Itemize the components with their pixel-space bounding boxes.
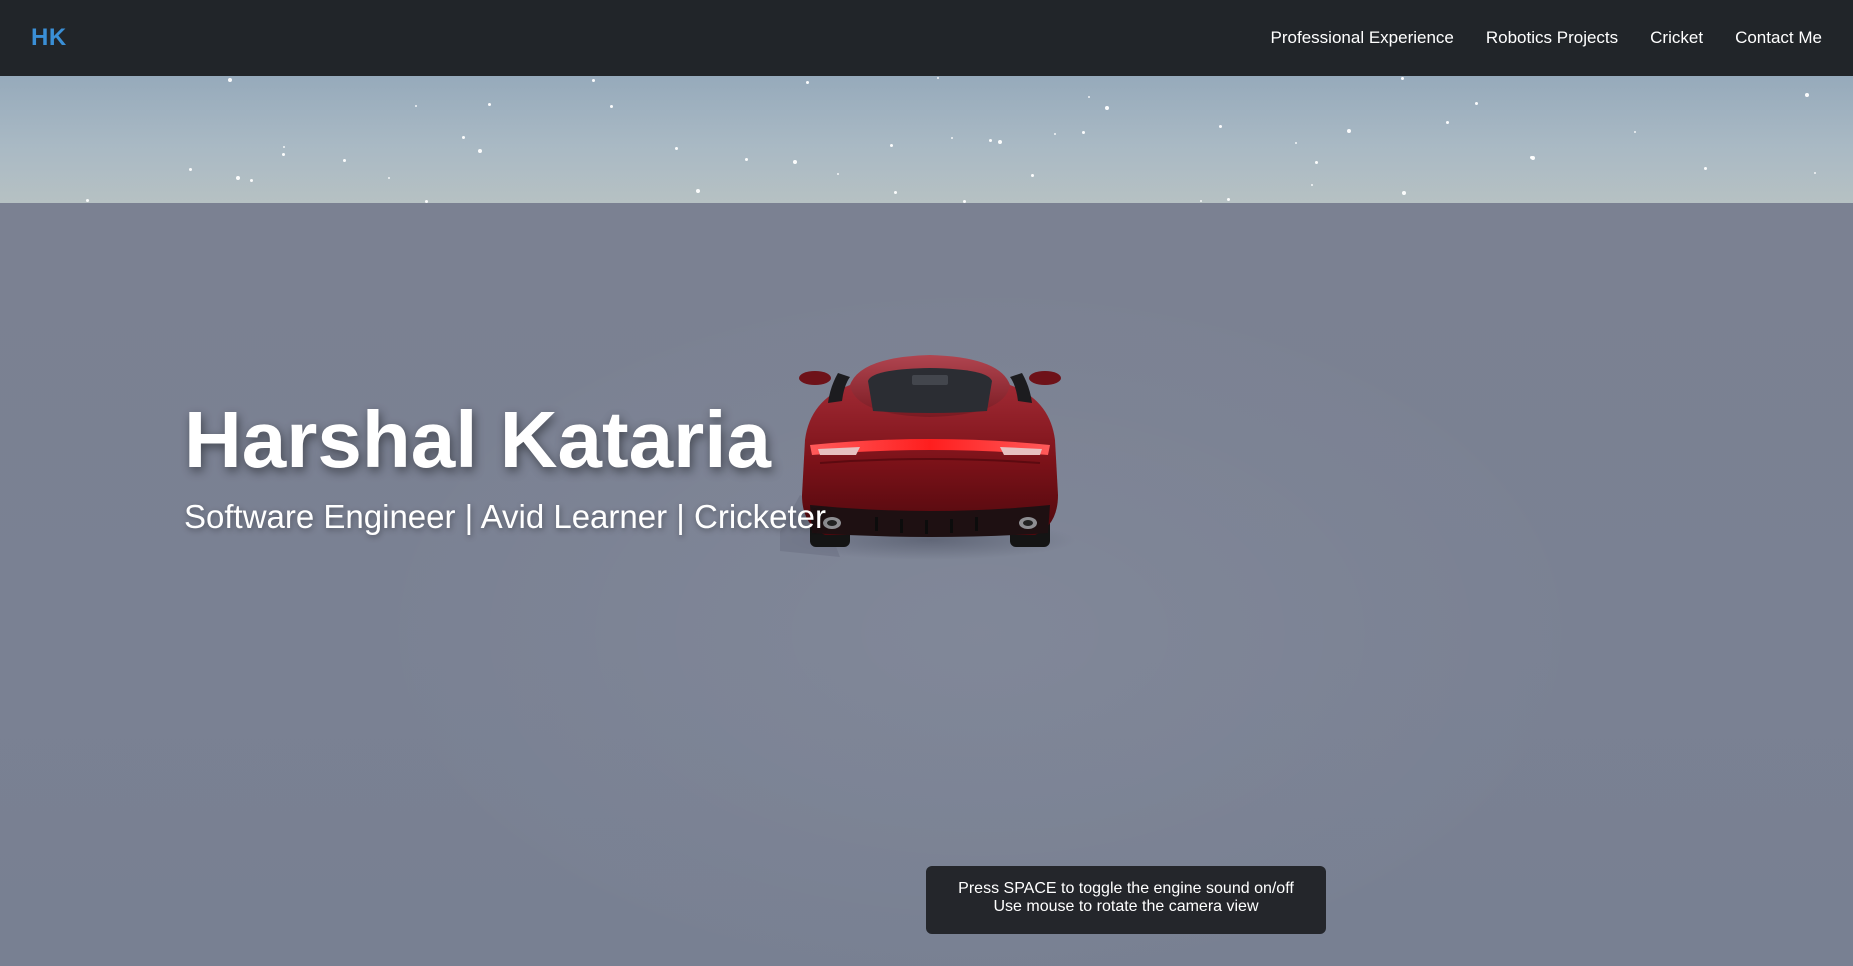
snow-particle bbox=[951, 137, 953, 139]
snow-particle bbox=[1814, 172, 1816, 174]
navbar: HK Professional Experience Robotics Proj… bbox=[0, 0, 1853, 76]
ground-plane[interactable] bbox=[0, 203, 1853, 966]
nav-link-professional-experience[interactable]: Professional Experience bbox=[1271, 28, 1454, 48]
snow-particle bbox=[937, 77, 939, 79]
controls-hint: Press SPACE to toggle the engine sound o… bbox=[926, 866, 1326, 934]
snow-particle bbox=[1401, 77, 1404, 80]
snow-particle bbox=[1082, 131, 1085, 134]
snow-particle bbox=[1315, 161, 1318, 164]
snow-particle bbox=[388, 177, 390, 179]
nav-link-cricket[interactable]: Cricket bbox=[1650, 28, 1703, 48]
nav-link-contact-me[interactable]: Contact Me bbox=[1735, 28, 1822, 48]
nav-links: Professional Experience Robotics Project… bbox=[1271, 28, 1822, 48]
snow-particle bbox=[282, 153, 285, 156]
snow-particle bbox=[998, 140, 1002, 144]
snow-particle bbox=[1105, 106, 1109, 110]
snow-particle bbox=[189, 168, 192, 171]
brand-logo[interactable]: HK bbox=[31, 24, 67, 52]
snow-particle bbox=[236, 176, 240, 180]
snow-particle bbox=[1088, 96, 1090, 98]
snow-particle bbox=[283, 146, 285, 148]
snow-particle bbox=[478, 149, 482, 153]
snow-particle bbox=[890, 144, 893, 147]
snow-particle bbox=[592, 79, 595, 82]
snow-particle bbox=[1402, 191, 1406, 195]
snow-particle bbox=[837, 173, 839, 175]
snow-particle bbox=[86, 199, 89, 202]
snow-particle bbox=[1227, 198, 1230, 201]
snow-particle bbox=[228, 78, 232, 82]
snow-particle bbox=[1295, 142, 1297, 144]
snow-particle bbox=[1475, 102, 1478, 105]
snow-particle bbox=[675, 147, 678, 150]
snow-particle bbox=[1031, 174, 1034, 177]
snow-particle bbox=[1200, 200, 1202, 202]
snow-particle bbox=[250, 179, 253, 182]
hero-section: Harshal Kataria Software Engineer | Avid… bbox=[184, 395, 827, 535]
hero-subtitle: Software Engineer | Avid Learner | Crick… bbox=[184, 498, 827, 535]
snow-particle bbox=[1704, 167, 1707, 170]
snow-particle bbox=[806, 81, 809, 84]
snow-particle bbox=[1219, 125, 1222, 128]
hero-title: Harshal Kataria bbox=[184, 395, 771, 484]
snow-particle bbox=[1805, 93, 1809, 97]
hint-line-engine-sound: Press SPACE to toggle the engine sound o… bbox=[958, 880, 1294, 897]
snow-particle bbox=[696, 189, 700, 193]
snow-particle bbox=[894, 191, 897, 194]
sky-backdrop bbox=[0, 76, 1853, 203]
snow-particle bbox=[488, 103, 491, 106]
snow-particle bbox=[1347, 129, 1351, 133]
snow-particle bbox=[1446, 121, 1449, 124]
snow-particle bbox=[1311, 184, 1313, 186]
snow-particle bbox=[1054, 133, 1056, 135]
hint-line-camera: Use mouse to rotate the camera view bbox=[993, 898, 1259, 915]
snow-particle bbox=[343, 159, 346, 162]
snow-particle bbox=[989, 139, 992, 142]
snow-particle bbox=[1531, 156, 1535, 160]
snow-particle bbox=[745, 158, 748, 161]
nav-link-robotics-projects[interactable]: Robotics Projects bbox=[1486, 28, 1618, 48]
snow-particle bbox=[793, 160, 797, 164]
snow-particle bbox=[462, 136, 465, 139]
page: HK Professional Experience Robotics Proj… bbox=[0, 0, 1853, 966]
snow-particle bbox=[1634, 131, 1636, 133]
snow-particle bbox=[610, 105, 613, 108]
snow-particle bbox=[415, 105, 417, 107]
